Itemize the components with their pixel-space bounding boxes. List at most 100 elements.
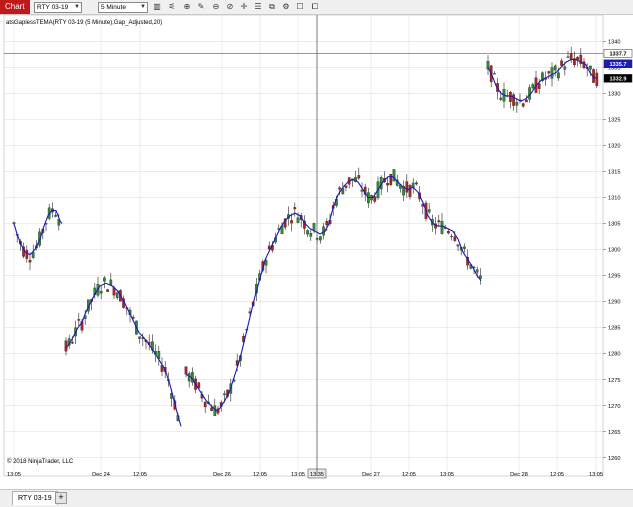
- candle-body: [210, 407, 213, 411]
- candle-body: [453, 236, 457, 241]
- crosshair-icon[interactable]: ✛: [239, 2, 249, 12]
- candle-body: [373, 196, 377, 202]
- y-tick-label: 1300: [608, 248, 620, 254]
- candle-body: [405, 181, 409, 193]
- candle: [386, 176, 389, 193]
- x-tick-label: 13:05: [7, 472, 21, 478]
- y-tick-label: 1275: [608, 378, 620, 384]
- candle-body: [427, 209, 431, 213]
- x-tick-label: Dec 26: [213, 472, 231, 478]
- x-tick-label: Dec 28: [510, 472, 528, 478]
- zoom-reset-icon[interactable]: ⊘: [225, 2, 235, 12]
- indicator-label: atsGaplessTEMA(RTY 03-19 (5 Minute),Gap_…: [6, 20, 162, 26]
- candle-body: [71, 342, 74, 344]
- price-chart[interactable]: 1260 1265 1270 1275 1280 1285 1290 1295 1300 1305…: [0, 14, 633, 490]
- candle-body: [309, 233, 313, 237]
- y-tick-label: 1280: [608, 352, 620, 358]
- data-series-icon[interactable]: ⚟: [167, 2, 177, 12]
- candle-body: [512, 94, 515, 106]
- instrument-tab-bar: RTY 03-19 +: [0, 489, 633, 507]
- bar-type-icon[interactable]: ▥: [152, 2, 162, 12]
- candle-body: [537, 83, 541, 89]
- copyright-label: © 2018 NinjaTrader, LLC: [7, 458, 74, 465]
- candle: [392, 169, 396, 182]
- candle: [184, 366, 188, 378]
- candle-body: [560, 60, 563, 66]
- indicators-icon[interactable]: ⧉: [267, 2, 277, 12]
- interval-value: 5 Minute: [101, 4, 126, 11]
- y-tick-label: 1310: [608, 196, 620, 202]
- candle: [109, 272, 113, 286]
- chart-trader-icon[interactable]: ☐: [295, 2, 305, 12]
- y-tick-label: 1295: [608, 274, 620, 280]
- candle: [103, 275, 106, 289]
- properties-icon[interactable]: ☰: [253, 2, 263, 12]
- candle: [405, 174, 409, 198]
- candle: [290, 213, 293, 232]
- candle-body: [138, 336, 141, 339]
- instrument-value: RTY 03-19: [37, 4, 69, 11]
- candle-body: [386, 183, 389, 186]
- candle: [344, 185, 348, 192]
- candle: [493, 71, 496, 75]
- candle: [306, 229, 309, 238]
- candle-body: [184, 366, 188, 375]
- drawing-tools-icon[interactable]: ✎: [196, 2, 206, 12]
- candle: [486, 55, 490, 76]
- candle-body: [447, 231, 450, 234]
- y-tick-label: 1340: [608, 40, 620, 46]
- price-marker-label: 1332.9: [609, 76, 626, 82]
- candle-body: [103, 277, 106, 282]
- instrument-tab[interactable]: RTY 03-19: [12, 491, 58, 505]
- interval-selector[interactable]: 5 Minute ▼: [98, 2, 148, 13]
- candle: [534, 70, 538, 94]
- x-tick-label: 12:05: [402, 472, 416, 478]
- candle-body: [553, 65, 557, 71]
- candle-body: [521, 103, 525, 107]
- instrument-selector[interactable]: RTY 03-19 ▼: [34, 2, 82, 13]
- candle: [319, 235, 322, 244]
- y-tick-label: 1285: [608, 326, 620, 332]
- chart-window-title[interactable]: Chart: [0, 0, 30, 14]
- candle-body: [357, 175, 361, 179]
- candle: [389, 173, 393, 187]
- candle-body: [344, 185, 348, 188]
- candle: [77, 313, 81, 326]
- candle-body: [515, 102, 519, 106]
- candle-body: [531, 84, 535, 89]
- candle-body: [550, 67, 554, 79]
- candle: [309, 229, 313, 241]
- candle: [303, 215, 306, 235]
- zoom-out-icon[interactable]: ⊖: [211, 2, 221, 12]
- y-tick-label: 1265: [608, 430, 620, 436]
- candle-body: [64, 340, 68, 352]
- candle-body: [99, 290, 103, 294]
- candle-body: [203, 401, 207, 408]
- candle-body: [77, 319, 81, 321]
- candle: [553, 64, 557, 77]
- candle: [357, 167, 361, 181]
- add-tab-button[interactable]: +: [55, 492, 67, 504]
- candle-body: [290, 220, 293, 224]
- candle-body: [293, 207, 297, 210]
- strategies-icon[interactable]: ⚙: [281, 2, 291, 12]
- candle: [299, 212, 303, 228]
- x-tick-label: 13:05: [440, 472, 454, 478]
- chevron-down-icon: ▼: [74, 4, 80, 10]
- candle: [411, 178, 415, 194]
- chart-panel[interactable]: 1260 1265 1270 1275 1280 1285 1290 1295 1300 1305…: [0, 14, 633, 490]
- candle: [437, 214, 441, 227]
- candle: [512, 92, 515, 111]
- candle-body: [31, 252, 35, 258]
- snapshot-icon[interactable]: ⧠: [310, 2, 320, 12]
- candle: [64, 337, 68, 356]
- candle: [106, 288, 109, 292]
- candle: [463, 243, 466, 253]
- candle-body: [312, 223, 316, 231]
- candle: [157, 346, 161, 366]
- candle: [456, 243, 460, 252]
- candle: [213, 398, 217, 416]
- zoom-in-icon[interactable]: ⊕: [182, 2, 192, 12]
- y-tick-label: 1305: [608, 222, 620, 228]
- candle-body: [509, 92, 512, 102]
